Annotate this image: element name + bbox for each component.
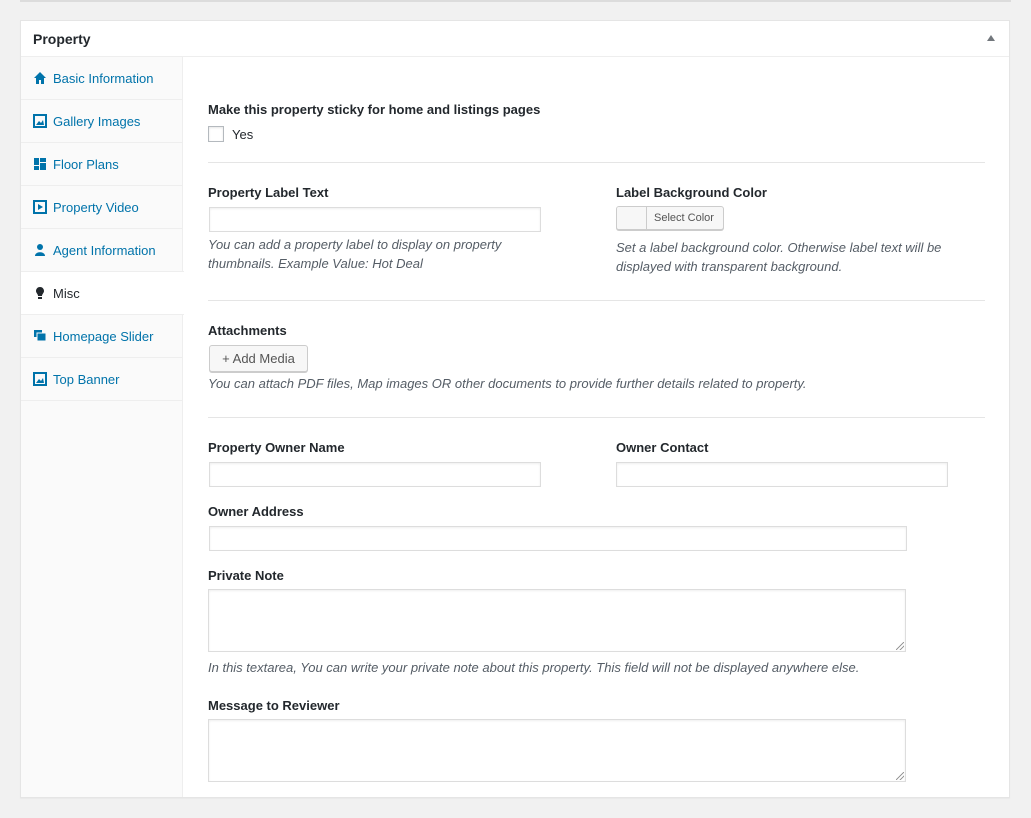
private-note-textarea[interactable] [208, 589, 906, 652]
tab-label: Agent Information [53, 242, 156, 258]
reviewer-message-label: Message to Reviewer [208, 698, 340, 713]
tab-label: Misc [53, 285, 80, 301]
tab-label: Gallery Images [53, 113, 141, 129]
gallery-icon [33, 114, 47, 128]
reviewer-message-textarea[interactable] [208, 719, 906, 782]
tab-top-banner[interactable]: Top Banner [21, 358, 182, 401]
sticky-label: Make this property sticky for home and l… [208, 102, 541, 117]
metabox-title: Property [33, 31, 91, 47]
tab-agent-information[interactable]: Agent Information [21, 229, 182, 272]
collapse-arrow-icon[interactable] [987, 35, 995, 41]
divider [208, 162, 985, 163]
owner-name-input[interactable] [209, 462, 541, 487]
add-media-button[interactable]: + Add Media [209, 345, 308, 372]
tab-basic-information[interactable]: Basic Information [21, 57, 182, 100]
agent-icon [33, 243, 47, 257]
resize-handle-icon[interactable] [896, 642, 904, 650]
select-color-label: Select Color [654, 212, 714, 224]
label-bg-desc-1: Set a label background color. Otherwise … [616, 240, 942, 255]
owner-contact-label: Owner Contact [616, 440, 709, 455]
slider-icon [33, 329, 47, 343]
tab-property-video[interactable]: Property Video [21, 186, 182, 229]
tab-label: Floor Plans [53, 156, 119, 172]
tab-label: Basic Information [53, 70, 154, 86]
attachments-desc: You can attach PDF files, Map images OR … [208, 376, 807, 391]
label-text-desc-1: You can add a property label to display … [208, 237, 502, 252]
video-icon [33, 200, 47, 214]
label-text-desc-2: thumbnails. Example Value: Hot Deal [208, 256, 423, 271]
tab-gallery-images[interactable]: Gallery Images [21, 100, 182, 143]
tab-floor-plans[interactable]: Floor Plans [21, 143, 182, 186]
owner-address-label: Owner Address [208, 504, 304, 519]
tab-homepage-slider[interactable]: Homepage Slider [21, 315, 182, 358]
floor-plan-icon [33, 157, 47, 171]
tab-misc[interactable]: Misc [21, 271, 184, 315]
color-swatch [617, 207, 647, 229]
tab-list: Basic Information Gallery Images Floor P… [21, 57, 184, 797]
tab-content-misc: Make this property sticky for home and l… [208, 57, 985, 797]
label-text-label: Property Label Text [208, 185, 329, 200]
label-bg-label: Label Background Color [616, 185, 767, 200]
divider [208, 300, 985, 301]
owner-address-input[interactable] [209, 526, 907, 551]
top-strip [0, 0, 1031, 10]
tab-label: Top Banner [53, 371, 120, 387]
divider [208, 417, 985, 418]
private-note-label: Private Note [208, 568, 284, 583]
label-bg-desc-2: displayed with transparent background. [616, 259, 843, 274]
metabox-header[interactable]: Property [21, 21, 1009, 57]
select-color-button[interactable]: Select Color [616, 206, 724, 230]
lightbulb-icon [33, 286, 47, 300]
previous-panel-edge [20, 0, 1011, 2]
banner-icon [33, 372, 47, 386]
private-note-desc: In this textarea, You can write your pri… [208, 660, 860, 675]
home-icon [33, 71, 47, 85]
owner-contact-input[interactable] [616, 462, 948, 487]
attachments-label: Attachments [208, 323, 287, 338]
tab-label: Homepage Slider [53, 328, 154, 344]
property-label-text-input[interactable] [209, 207, 541, 232]
property-metabox: Property Basic Information Gallery Image… [20, 20, 1010, 798]
sticky-checkbox[interactable] [208, 126, 224, 142]
tab-label: Property Video [53, 199, 139, 215]
resize-handle-icon[interactable] [896, 772, 904, 780]
owner-name-label: Property Owner Name [208, 440, 345, 455]
sticky-option-label: Yes [232, 127, 254, 142]
